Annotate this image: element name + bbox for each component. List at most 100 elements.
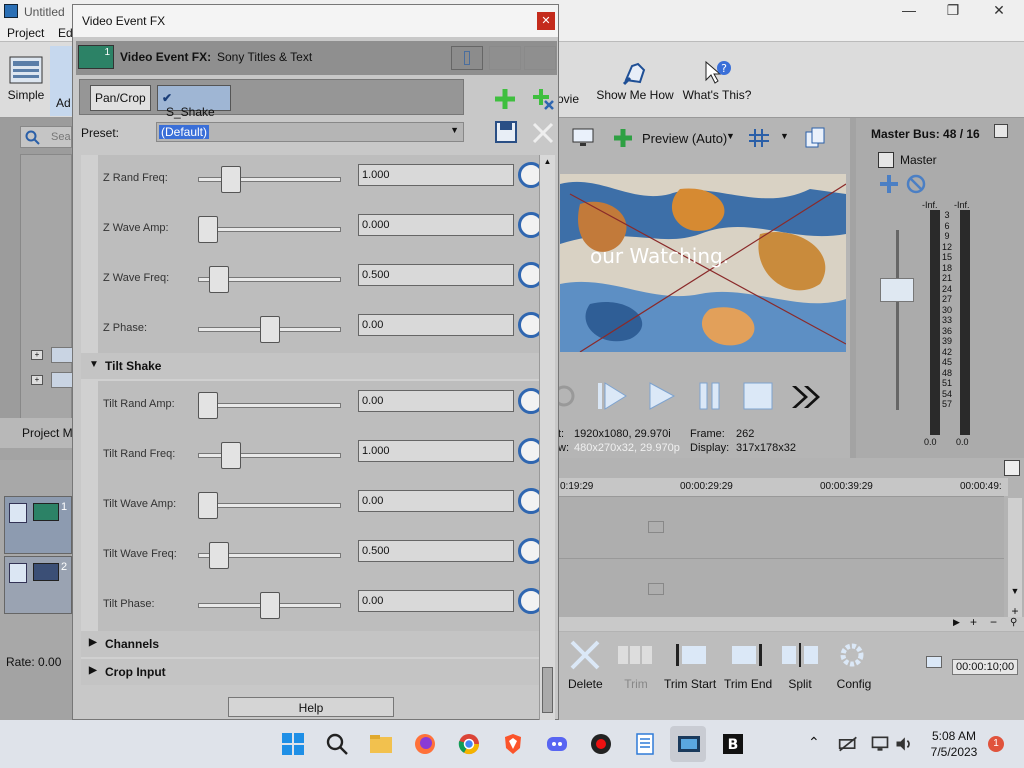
preset-dropdown[interactable]: (Default) ▼: [156, 122, 464, 142]
checkmark-icon[interactable]: ✔: [162, 91, 172, 105]
master-fx-icon[interactable]: [878, 152, 894, 168]
timeline-track-1[interactable]: [558, 496, 1004, 558]
chain-item-s-shake[interactable]: ✔ S_Shake: [157, 85, 231, 119]
zoom-in-icon[interactable]: +: [970, 615, 977, 629]
param-slider[interactable]: [198, 227, 341, 232]
slider-thumb[interactable]: [198, 216, 218, 243]
slider-thumb[interactable]: [221, 442, 242, 469]
param-value-field[interactable]: 0.000: [358, 214, 514, 236]
slider-thumb[interactable]: [198, 492, 218, 519]
record-icon[interactable]: [558, 384, 582, 408]
chevron-down-icon[interactable]: ▼: [1008, 586, 1022, 600]
menu-project[interactable]: Project: [7, 26, 44, 40]
slider-thumb[interactable]: [221, 166, 242, 193]
notepad-icon[interactable]: [633, 732, 657, 756]
whats-this-button[interactable]: ? What's This?: [682, 58, 752, 102]
timeline-marker-icon[interactable]: [1004, 460, 1020, 476]
trim-end-button[interactable]: Trim End: [724, 640, 772, 691]
save-preset-icon[interactable]: [495, 121, 517, 143]
tree-expand-icon[interactable]: +: [31, 350, 43, 360]
timeline-ruler[interactable]: 0:19:29 00:00:29:29 00:00:39:29 00:00:49…: [558, 478, 1008, 496]
bus-options-icon[interactable]: [994, 124, 1008, 138]
tree-expand-icon[interactable]: +: [31, 375, 43, 385]
close-icon[interactable]: ✕: [984, 2, 1014, 22]
monitor-icon[interactable]: [572, 128, 594, 148]
insert-fx-icon[interactable]: [878, 173, 900, 195]
keyframe-clock-icon[interactable]: [518, 162, 539, 188]
section-crop-input[interactable]: ▶ Crop Input: [81, 659, 539, 685]
file-explorer-icon[interactable]: [369, 732, 393, 756]
play-from-start-icon[interactable]: [596, 381, 628, 411]
expand-triangle-icon[interactable]: ▶: [89, 665, 97, 676]
param-value-field[interactable]: 0.00: [358, 390, 514, 412]
keyframe-clock-icon[interactable]: [518, 262, 539, 288]
chevron-down-icon[interactable]: ▼: [450, 125, 459, 135]
project-media-tab[interactable]: Project Me: [0, 418, 72, 448]
slider-thumb[interactable]: [198, 392, 218, 419]
show-me-how-button[interactable]: Show Me How: [592, 58, 678, 102]
chevron-up-icon[interactable]: ▲: [541, 157, 554, 171]
add-plugin-icon[interactable]: [493, 87, 517, 111]
param-slider[interactable]: [198, 453, 341, 458]
preview-quality-icon[interactable]: [612, 127, 634, 149]
network-icon[interactable]: [870, 734, 890, 754]
section-tilt-shake[interactable]: ▼ Tilt Shake: [81, 353, 539, 379]
battery-icon[interactable]: [838, 734, 858, 754]
close-icon[interactable]: ✕: [537, 12, 555, 30]
play-icon[interactable]: [646, 381, 678, 411]
media-tree[interactable]: + +: [20, 154, 73, 434]
config-button[interactable]: Config: [834, 640, 874, 691]
slider-thumb[interactable]: [259, 316, 280, 343]
grid-overlay-icon[interactable]: [748, 128, 770, 148]
keyframe-clock-icon[interactable]: [518, 212, 539, 238]
zoom-tool-icon[interactable]: ⚲: [1010, 617, 1017, 628]
timeline-track-2[interactable]: [558, 558, 1004, 620]
notification-badge[interactable]: 1: [988, 736, 1004, 752]
param-value-field[interactable]: 1.000: [358, 440, 514, 462]
param-slider[interactable]: [198, 503, 341, 508]
slider-thumb[interactable]: [209, 266, 230, 293]
bypass-button[interactable]: [489, 46, 521, 70]
chrome-icon[interactable]: [457, 732, 481, 756]
param-value-field[interactable]: 1.000: [358, 164, 514, 186]
delete-preset-icon[interactable]: [531, 121, 555, 145]
discord-icon[interactable]: [545, 732, 569, 756]
recorder-icon[interactable]: [589, 732, 613, 756]
keyframe-clock-icon[interactable]: [518, 388, 539, 414]
windows-start-icon[interactable]: [281, 732, 305, 756]
fast-forward-icon[interactable]: [790, 382, 822, 412]
param-slider[interactable]: [198, 403, 341, 408]
restore-icon[interactable]: ❐: [938, 2, 968, 22]
advanced-view-button[interactable]: Ad: [50, 46, 74, 116]
delete-button[interactable]: Delete: [568, 640, 603, 691]
remove-plugin-icon[interactable]: [531, 87, 555, 111]
menu-edit[interactable]: Ed: [58, 26, 73, 40]
brave-icon[interactable]: [501, 732, 525, 756]
simple-view-button[interactable]: Simple: [6, 56, 46, 102]
zoom-out-icon[interactable]: −: [990, 615, 997, 629]
timeline-hscrollbar[interactable]: ▶ + − ⚲: [558, 615, 1024, 631]
firefox-icon[interactable]: [413, 732, 437, 756]
chevron-right-icon[interactable]: ▶: [953, 617, 960, 628]
keyframe-clock-icon[interactable]: [518, 312, 539, 338]
expand-triangle-icon[interactable]: ▶: [89, 637, 97, 648]
zoom-in-icon[interactable]: +: [1008, 604, 1022, 618]
pause-icon[interactable]: [698, 381, 724, 411]
timeline-vscrollbar[interactable]: ▼ +: [1008, 498, 1022, 618]
param-value-field[interactable]: 0.500: [358, 540, 514, 562]
trim-start-button[interactable]: Trim Start: [664, 640, 716, 691]
preview-quality-label[interactable]: Preview (Auto): [642, 131, 727, 146]
slider-thumb[interactable]: [209, 542, 230, 569]
vegas-pro-icon[interactable]: [677, 732, 701, 756]
param-value-field[interactable]: 0.00: [358, 314, 514, 336]
chain-item-pan-crop[interactable]: Pan/Crop: [90, 85, 151, 111]
chevron-up-icon[interactable]: ⌃: [808, 734, 820, 751]
mute-icon[interactable]: [905, 173, 927, 195]
track-header-video-2[interactable]: 2: [4, 556, 72, 614]
keyframe-clock-icon[interactable]: [518, 438, 539, 464]
param-value-field[interactable]: 0.500: [358, 264, 514, 286]
param-value-field[interactable]: 0.00: [358, 490, 514, 512]
app-b-icon[interactable]: B: [721, 732, 745, 756]
make-movie-label[interactable]: ovie: [556, 92, 580, 106]
minimize-icon[interactable]: —: [894, 2, 924, 22]
